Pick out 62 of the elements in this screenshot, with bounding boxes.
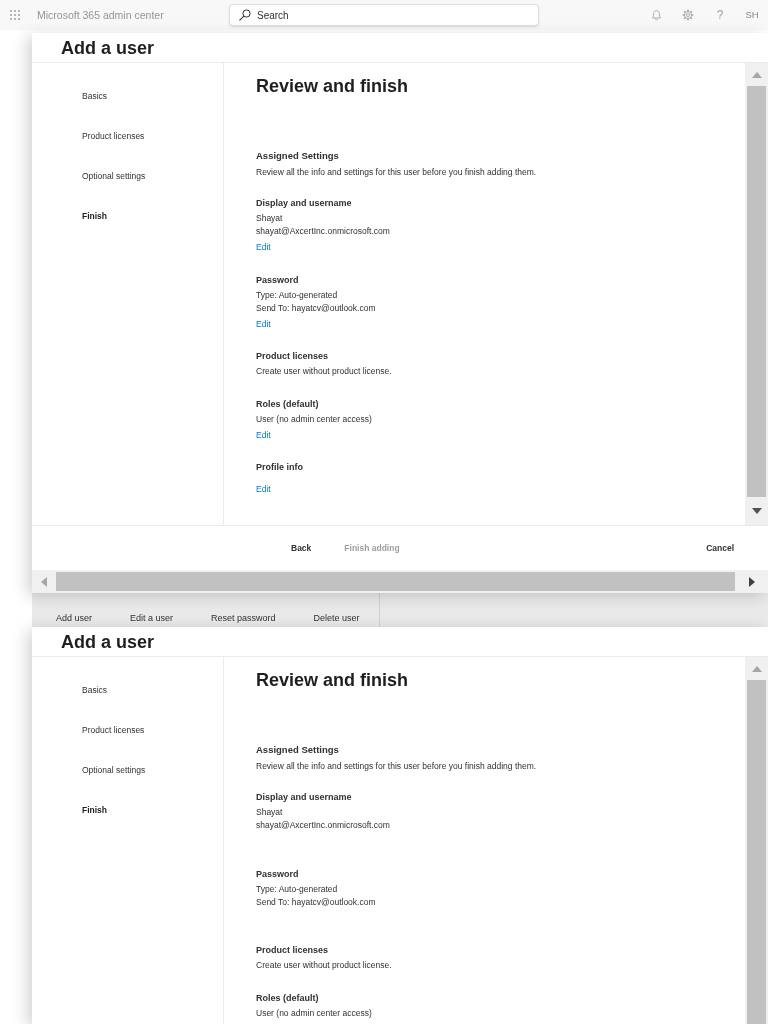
scroll-up-icon[interactable] bbox=[751, 665, 762, 672]
settings-icon[interactable] bbox=[682, 9, 694, 21]
section-text: Send To: hayatcv@outlook.com bbox=[256, 895, 376, 909]
toolbar-button[interactable]: Delete user bbox=[313, 612, 360, 624]
section-heading: Roles (default) bbox=[256, 991, 319, 1005]
dots-grid-icon[interactable] bbox=[10, 10, 20, 20]
section-heading: Assigned Settings bbox=[256, 743, 339, 757]
section-text: Shayat bbox=[256, 212, 283, 225]
section-text: Type: Auto-generated bbox=[256, 882, 338, 896]
edit-link[interactable]: Edit bbox=[256, 483, 271, 496]
section-heading: Roles (default) bbox=[256, 397, 319, 411]
section-heading: Product licenses bbox=[256, 350, 329, 363]
toolbar-button[interactable]: Add user bbox=[56, 612, 93, 624]
dialog-title: Add a user bbox=[61, 36, 155, 59]
section-text: Create user without product license. bbox=[256, 959, 392, 972]
scroll-down-icon[interactable] bbox=[751, 508, 762, 514]
page-heading: Review and finish bbox=[256, 669, 409, 691]
edit-link[interactable]: Edit bbox=[256, 428, 271, 442]
step-nav-item[interactable]: Basics bbox=[82, 680, 108, 700]
scrollbar-thumb[interactable] bbox=[56, 572, 735, 591]
scrollbar-thumb[interactable] bbox=[747, 86, 766, 497]
section-text: User (no admin center access) bbox=[256, 1006, 372, 1020]
step-nav-item[interactable]: Finish bbox=[82, 800, 108, 820]
edit-link[interactable]: Edit bbox=[256, 317, 271, 331]
back-button[interactable]: Back bbox=[283, 539, 320, 557]
scroll-left-icon[interactable] bbox=[41, 576, 47, 587]
section-text: Send To: hayatcv@outlook.com bbox=[256, 301, 376, 315]
section-heading: Password bbox=[256, 867, 299, 881]
section-heading: Display and username bbox=[256, 197, 352, 210]
cancel-button[interactable]: Cancel bbox=[698, 539, 742, 557]
step-nav-item[interactable]: Product licenses bbox=[82, 126, 145, 146]
section-text: User (no admin center access) bbox=[256, 412, 372, 426]
search-icon bbox=[239, 9, 251, 21]
user-initials[interactable]: SH bbox=[745, 9, 759, 21]
search-field[interactable]: Search bbox=[229, 4, 539, 26]
section-text: shayat@AxcertInc.onmicrosoft.com bbox=[256, 225, 390, 238]
section-text: shayat@AxcertInc.onmicrosoft.com bbox=[256, 819, 390, 832]
section-text: Review all the info and settings for this user before you finish adding them. bbox=[256, 760, 537, 773]
section-heading: Display and username bbox=[256, 791, 352, 804]
dialog-title: Add a user bbox=[61, 630, 155, 653]
toolbar-button[interactable]: Reset password bbox=[211, 612, 276, 624]
section-heading: Product licenses bbox=[256, 944, 329, 957]
section-text: Review all the info and settings for this user before you finish adding them. bbox=[256, 166, 537, 179]
scroll-up-icon[interactable] bbox=[751, 71, 762, 78]
toolbar-button[interactable]: Edit a user bbox=[130, 612, 174, 624]
edit-link[interactable]: Edit bbox=[256, 241, 271, 254]
section-heading: Profile info bbox=[256, 461, 303, 474]
app-title: Microsoft 365 admin center bbox=[37, 9, 164, 21]
section-text: Shayat bbox=[256, 806, 283, 819]
section-heading: Password bbox=[256, 273, 299, 287]
section-text: Type: Auto-generated bbox=[256, 288, 338, 302]
step-nav-item[interactable]: Optional settings bbox=[82, 166, 146, 186]
page-heading: Review and finish bbox=[256, 75, 409, 97]
scroll-right-icon[interactable] bbox=[748, 576, 755, 587]
bell-icon[interactable] bbox=[650, 9, 662, 21]
scrollbar-thumb[interactable] bbox=[747, 680, 766, 1024]
step-nav-item[interactable]: Finish bbox=[82, 206, 108, 226]
section-text: Create user without product license. bbox=[256, 365, 392, 378]
step-nav-item[interactable]: Basics bbox=[82, 86, 108, 106]
section-heading: Assigned Settings bbox=[256, 149, 339, 163]
step-nav-item[interactable]: Product licenses bbox=[82, 720, 145, 740]
step-nav-item[interactable]: Optional settings bbox=[82, 760, 146, 780]
